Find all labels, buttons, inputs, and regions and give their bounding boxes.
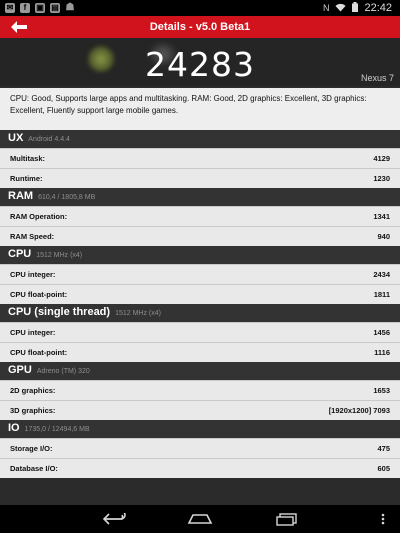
result-row: CPU float-point: 1116: [0, 342, 400, 362]
more-vert-icon: [381, 513, 385, 525]
result-value: 1456: [373, 328, 390, 337]
section-title: GPU: [8, 364, 32, 376]
result-label: 3D graphics:: [10, 406, 56, 415]
result-value: 2434: [373, 270, 390, 279]
result-value: 1230: [373, 174, 390, 183]
result-row: RAM Speed: 940: [0, 226, 400, 246]
nav-home-button[interactable]: [186, 511, 214, 527]
facebook-icon: f: [20, 3, 30, 13]
battery-icon: [352, 0, 359, 17]
back-arrow-icon: [11, 21, 27, 33]
result-label: CPU integer:: [10, 270, 56, 279]
result-label: RAM Operation:: [10, 212, 68, 221]
result-row: 2D graphics: 1653: [0, 380, 400, 400]
photo-icon: ▣: [35, 3, 45, 13]
system-nav-bar: [0, 505, 400, 533]
result-row: CPU integer: 2434: [0, 264, 400, 284]
status-bar: ✉ f ▣ ▤ ☗ N 22:42: [0, 0, 400, 16]
mail-icon: ✉: [5, 3, 15, 13]
section-subtitle: Android 4.4.4: [28, 136, 70, 143]
score-description: CPU: Good, Supports large apps and multi…: [0, 88, 400, 130]
result-row: CPU float-point: 1811: [0, 284, 400, 304]
result-label: 2D graphics:: [10, 386, 56, 395]
result-label: Database I/O:: [10, 464, 58, 473]
wifi-icon: [335, 3, 346, 14]
section-header-ram: RAM 610,4 / 1805,8 MB: [0, 188, 400, 206]
result-row: RAM Operation: 1341: [0, 206, 400, 226]
section-subtitle: 1512 MHz (x4): [115, 310, 161, 317]
section-header-io: IO 1735,0 / 12494,6 MB: [0, 420, 400, 438]
result-label: RAM Speed:: [10, 232, 55, 241]
result-label: CPU float-point:: [10, 290, 68, 299]
nav-recents-icon: [276, 512, 297, 526]
overflow-menu-button[interactable]: [378, 511, 388, 527]
section-title: CPU (single thread): [8, 306, 111, 318]
back-button[interactable]: [10, 19, 28, 35]
nfc-icon: N: [322, 3, 330, 13]
page-title: Details - v5.0 Beta1: [149, 21, 251, 33]
section-header-gpu: GPU Adreno (TM) 320: [0, 362, 400, 380]
result-value: 4129: [373, 154, 390, 163]
app-bar: Details - v5.0 Beta1: [0, 16, 400, 38]
results-list: UX Android 4.4.4 Multitask: 4129 Runtime…: [0, 130, 400, 478]
clock: 22:42: [364, 2, 392, 14]
section-subtitle: Adreno (TM) 320: [36, 368, 90, 375]
score-banner: 24283 Nexus 7: [0, 38, 400, 86]
result-label: Storage I/O:: [10, 444, 53, 453]
result-row: Runtime: 1230: [0, 168, 400, 188]
nav-home-icon: [187, 514, 213, 524]
result-value: [1920x1200] 7093: [328, 406, 390, 415]
section-title: CPU: [8, 248, 32, 260]
result-row: Database I/O: 605: [0, 458, 400, 478]
nav-back-icon: [103, 513, 126, 525]
android-icon: ☗: [65, 2, 75, 13]
section-subtitle: 1735,0 / 12494,6 MB: [24, 426, 90, 433]
result-label: Multitask:: [10, 154, 46, 163]
result-value: 940: [377, 232, 390, 241]
section-title: RAM: [8, 190, 34, 202]
section-subtitle: 1512 MHz (x4): [36, 252, 83, 259]
total-score: 24283: [145, 45, 255, 84]
result-label: CPU float-point:: [10, 348, 68, 357]
result-value: 1116: [374, 348, 390, 357]
result-row: Storage I/O: 475: [0, 438, 400, 458]
nav-recents-button[interactable]: [275, 511, 299, 527]
device-name: Nexus 7: [360, 73, 394, 83]
section-header-ux: UX Android 4.4.4: [0, 130, 400, 148]
section-subtitle: 610,4 / 1805,8 MB: [38, 194, 96, 201]
section-title: UX: [8, 132, 24, 144]
result-row: 3D graphics: [1920x1200] 7093: [0, 400, 400, 420]
result-value: 1811: [373, 290, 390, 299]
result-value: 605: [377, 464, 390, 473]
result-value: 475: [377, 444, 390, 453]
result-label: Runtime:: [10, 174, 43, 183]
result-row: Multitask: 4129: [0, 148, 400, 168]
notification-icons: ✉ f ▣ ▤ ☗: [0, 3, 75, 13]
result-value: 1653: [373, 386, 390, 395]
result-label: CPU integer:: [10, 328, 56, 337]
result-value: 1341: [373, 212, 390, 221]
section-header-cpu-single-thread: CPU (single thread) 1512 MHz (x4): [0, 304, 400, 322]
section-header-cpu: CPU 1512 MHz (x4): [0, 246, 400, 264]
section-title: IO: [8, 422, 20, 434]
nav-back-button[interactable]: [102, 511, 128, 527]
result-row: CPU integer: 1456: [0, 322, 400, 342]
gallery-icon: ▤: [50, 3, 60, 13]
